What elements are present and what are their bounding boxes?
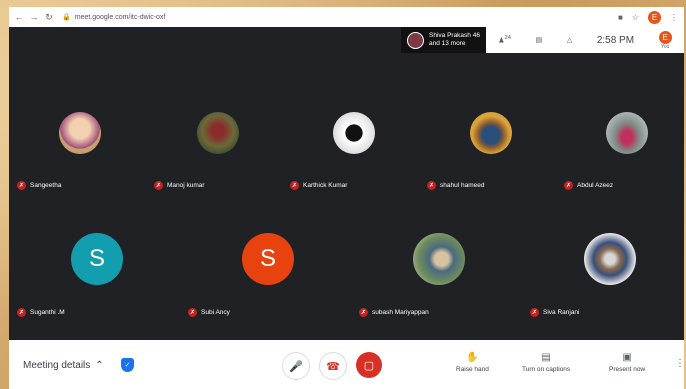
participant-avatar [606, 112, 648, 154]
more-options-icon[interactable]: ⋮ [675, 358, 685, 369]
participant-avatar [470, 112, 512, 154]
participant-name: subash Mariyappan [372, 309, 429, 316]
mic-off-icon: ✗ [564, 181, 573, 190]
clock: 2:58 PM [596, 34, 635, 46]
present-icon: ▣ [622, 352, 632, 363]
mic-off-icon: ✗ [154, 181, 163, 190]
profile-avatar[interactable]: E [648, 10, 661, 24]
presenter-more: and 13 more [429, 40, 466, 47]
captions-icon: ▤ [541, 352, 551, 363]
participant-name-tag: ✗ subash Mariyappan [359, 308, 429, 317]
mic-off-icon: ✗ [17, 181, 26, 190]
participant-name: Manoj kumar [167, 182, 205, 189]
meeting-details-button[interactable]: Meeting details ⌃ [23, 360, 104, 371]
participant-avatar [584, 233, 636, 285]
present-now-button[interactable]: ▣ Present now [609, 352, 645, 373]
presenter-avatar [407, 31, 424, 49]
participant-avatar: S [242, 233, 294, 285]
star-icon[interactable]: ☆ [632, 13, 639, 22]
hang-up-icon: ☎ [326, 360, 340, 373]
mic-off-icon: ✗ [290, 181, 299, 190]
lock-icon: 🔒 [62, 14, 71, 21]
presenter-chip[interactable]: Shiva Prakash 46 and 13 more [401, 27, 486, 53]
browser-toolbar: ← → ↻ 🔒 meet.google.com/itc-dwic-oxf ■ ☆… [9, 7, 684, 28]
microphone-icon: 🎤 [289, 360, 303, 373]
mic-off-icon: ✗ [530, 308, 539, 317]
people-button[interactable]: ♟24 [498, 35, 511, 44]
meeting-details-label: Meeting details [23, 360, 91, 371]
mic-off-icon: ✗ [359, 308, 368, 317]
participant-name-tag: ✗ Manoj kumar [154, 181, 205, 190]
participant-name: shahul hameed [440, 182, 485, 189]
microphone-button[interactable]: 🎤 [282, 352, 310, 380]
self-label: You [660, 43, 670, 50]
people-count: 24 [504, 35, 512, 42]
camera-off-button[interactable]: ▢ [356, 352, 382, 378]
participant-avatar [413, 233, 465, 285]
raise-hand-button[interactable]: ✋ Raise hand [456, 352, 489, 373]
captions-label: Turn on captions [522, 366, 571, 373]
participant-avatar [333, 112, 375, 154]
reload-icon[interactable]: ↻ [44, 12, 54, 23]
self-avatar[interactable]: E [658, 30, 672, 44]
hand-icon: ✋ [466, 352, 479, 363]
captions-button[interactable]: ▤ Turn on captions [522, 352, 570, 373]
participant-name: Suganthi .M [30, 309, 65, 316]
forward-arrow-icon[interactable]: → [29, 12, 39, 22]
chevron-up-icon: ⌃ [95, 360, 104, 371]
presenter-name: Shiva Prakash 46 [429, 32, 480, 39]
browser-menu-icon[interactable]: ⋮ [670, 13, 678, 22]
participant-name-tag: ✗ Siva Ranjani [530, 308, 580, 317]
participant-avatar: S [71, 233, 123, 285]
participant-avatar [197, 112, 239, 154]
shield-icon[interactable]: ✓ [121, 358, 134, 372]
participant-name-tag: ✗ Sangeetha [17, 181, 61, 190]
participant-name: Karthick Kumar [303, 182, 348, 189]
leave-call-button[interactable]: ☎ [319, 352, 347, 380]
camera-off-icon: ▢ [363, 359, 375, 372]
participant-name-tag: ✗ Suganthi .M [17, 308, 65, 317]
mic-off-icon: ✗ [17, 308, 26, 317]
mic-off-icon: ✗ [188, 308, 197, 317]
participant-name-tag: ✗ Subi Ancy [188, 308, 230, 317]
meeting-grid: Shiva Prakash 46 and 13 more ♟24 ▤ △ 2:5… [9, 27, 684, 340]
camera-indicator-icon[interactable]: ■ [618, 13, 623, 22]
chat-icon[interactable]: ▤ [536, 36, 543, 44]
participant-name: Subi Ancy [201, 309, 230, 316]
url-text: meet.google.com/itc-dwic-oxf [74, 13, 166, 21]
participant-avatar [59, 112, 101, 154]
raise-hand-label: Raise hand [456, 366, 489, 373]
activities-icon[interactable]: △ [567, 36, 572, 44]
participant-name-tag: ✗ Karthick Kumar [290, 181, 347, 190]
participant-name: Sangeetha [30, 182, 62, 189]
meeting-top-bar: Shiva Prakash 46 and 13 more ♟24 ▤ △ 2:5… [401, 27, 684, 53]
address-bar[interactable]: 🔒 meet.google.com/itc-dwic-oxf [62, 13, 166, 22]
participant-name: Siva Ranjani [543, 309, 580, 316]
present-label: Present now [609, 366, 646, 373]
participant-name-tag: ✗ shahul hameed [427, 181, 484, 190]
mic-off-icon: ✗ [427, 181, 436, 190]
participant-name: Abdul Azeez [577, 182, 614, 189]
meeting-control-bar: Meeting details ⌃ ✓ 🎤 ☎ ▢ ✋ Raise hand ▤… [9, 340, 685, 389]
participant-name-tag: ✗ Abdul Azeez [564, 181, 613, 190]
back-arrow-icon[interactable]: ← [14, 12, 24, 22]
